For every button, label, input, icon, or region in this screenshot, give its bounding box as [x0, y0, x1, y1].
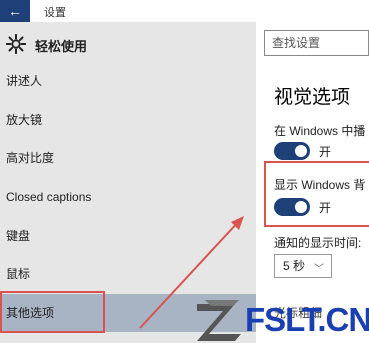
- logo-icon: [197, 300, 241, 341]
- watermark-logo: FSLT.CN: [195, 296, 369, 343]
- annotation-arrow: [139, 216, 244, 329]
- watermark-text: FSLT.CN: [245, 301, 369, 338]
